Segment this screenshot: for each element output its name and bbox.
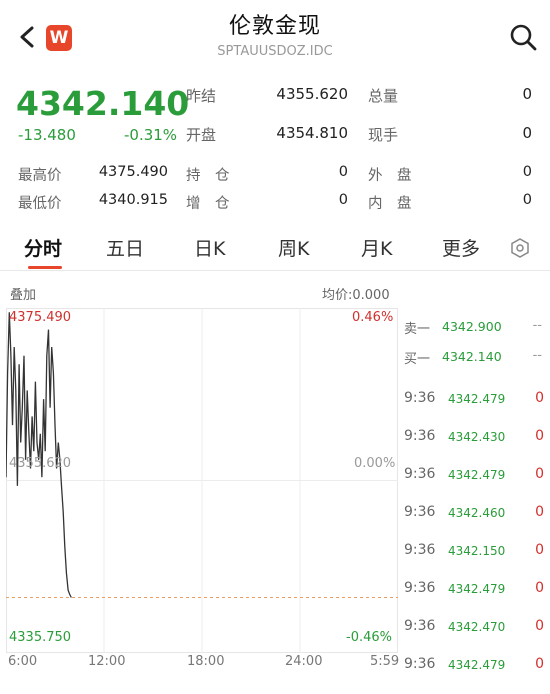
stat-label: 昨结 (186, 87, 217, 105)
stat-value: 4354.810 (276, 124, 348, 142)
stat-value: 0 (522, 85, 532, 103)
tick-time: 9:36 (404, 580, 436, 596)
stat-value: 0 (522, 124, 532, 142)
orderbook-price: 4342.140 (442, 349, 502, 364)
pct-axis-low: -0.46% (346, 630, 392, 645)
price-line (6, 312, 72, 598)
tab-intraday[interactable]: 分时 (24, 234, 62, 261)
stat-label: 增 仓 (186, 196, 230, 212)
orderbook-name: 卖一 (404, 322, 431, 337)
tick-volume: 0 (535, 428, 544, 444)
stat-label: 最高价 (18, 168, 62, 184)
orderbook-row-sell: 卖一 4342.900 -- (404, 318, 550, 344)
x-axis-label: 24:00 (285, 654, 323, 669)
tick-volume: 0 (535, 390, 544, 406)
stat-label: 内 盘 (368, 196, 412, 212)
tab-more[interactable]: 更多 (442, 234, 480, 261)
pct-axis-high: 0.46% (352, 310, 394, 325)
tick-price: 4342.470 (448, 620, 506, 634)
orderbook-qty: -- (532, 348, 542, 363)
intraday-chart[interactable] (6, 308, 398, 653)
tick-volume: 0 (535, 656, 544, 672)
tick-volume: 0 (535, 580, 544, 596)
stat-label: 现手 (368, 126, 399, 144)
overlay-button[interactable]: 叠加 (10, 284, 36, 303)
tick-time: 9:36 (404, 390, 436, 406)
tick-row: 9:36 4342.479 0 (404, 390, 550, 428)
average-price-label: 均价:0.000 (322, 288, 390, 303)
stat-value: 4375.490 (98, 164, 168, 180)
stat-label: 总量 (368, 87, 399, 105)
tick-row: 9:36 4342.460 0 (404, 504, 550, 542)
stat-value: 4355.620 (276, 85, 348, 103)
tick-volume: 0 (535, 618, 544, 634)
stat-label: 持 仓 (186, 168, 230, 184)
tick-volume: 0 (535, 504, 544, 520)
tick-row: 9:36 4342.150 0 (404, 542, 550, 580)
active-tab-indicator (28, 266, 62, 269)
y-axis-ref: 4355.620 (9, 456, 72, 471)
tick-price: 4342.479 (448, 658, 506, 672)
tick-price: 4342.430 (448, 430, 506, 444)
tick-row: 9:36 4342.470 0 (404, 618, 550, 656)
tick-time: 9:36 (404, 542, 436, 558)
x-axis-label: 18:00 (187, 654, 225, 669)
y-axis-high: 4375.490 (9, 310, 72, 325)
tab-daily-k[interactable]: 日K (194, 234, 225, 261)
stat-label: 最低价 (18, 196, 62, 212)
x-axis-label: 6:00 (8, 654, 38, 669)
page-title: 伦敦金现 (228, 14, 321, 39)
pct-axis-mid: 0.00% (354, 456, 396, 471)
tab-weekly-k[interactable]: 周K (278, 234, 309, 261)
tick-price: 4342.479 (448, 392, 506, 406)
price-change: -13.480 (18, 126, 76, 144)
tick-row: 9:36 4342.430 0 (404, 428, 550, 466)
orderbook-name: 买一 (404, 352, 431, 367)
tick-time: 9:36 (404, 428, 436, 444)
symbol-code: SPTAUUSDOZ.IDC (217, 44, 333, 59)
stat-value: 4340.915 (98, 192, 168, 208)
tick-time: 9:36 (404, 466, 436, 482)
last-price: 4342.140 (16, 84, 190, 123)
tick-row: 9:36 4342.479 0 (404, 656, 550, 694)
tick-price: 4342.479 (448, 582, 506, 596)
tick-price: 4342.460 (448, 506, 506, 520)
tick-time: 9:36 (404, 656, 436, 672)
stat-label: 外 盘 (368, 168, 412, 184)
chart-period-tabs: 分时 五日 日K 周K 月K 更多 (0, 226, 550, 271)
x-axis-label: 12:00 (88, 654, 126, 669)
tick-time: 9:36 (404, 504, 436, 520)
stat-value: 0 (338, 164, 348, 180)
tick-price: 4342.150 (448, 544, 506, 558)
orderbook-qty: -- (532, 318, 542, 333)
tick-price: 4342.479 (448, 468, 506, 482)
x-axis-label: 5:59 (370, 654, 400, 669)
tick-volume: 0 (535, 542, 544, 558)
stat-value: 0 (338, 192, 348, 208)
orderbook-price: 4342.900 (442, 319, 502, 334)
tick-time: 9:36 (404, 618, 436, 634)
header-bar: W 伦敦金现 SPTAUUSDOZ.IDC (0, 0, 550, 76)
stat-label: 开盘 (186, 126, 217, 144)
settings-hexagon-icon[interactable] (510, 238, 530, 258)
price-change-pct: -0.31% (124, 126, 178, 144)
tick-row: 9:36 4342.479 0 (404, 466, 550, 504)
stat-value: 0 (522, 164, 532, 180)
stat-value: 0 (522, 192, 532, 208)
search-icon[interactable] (508, 22, 538, 52)
orderbook-row-buy: 买一 4342.140 -- (404, 348, 550, 374)
y-axis-low: 4335.750 (9, 630, 72, 645)
tab-monthly-k[interactable]: 月K (361, 234, 392, 261)
tick-row: 9:36 4342.479 0 (404, 580, 550, 618)
tick-volume: 0 (535, 466, 544, 482)
tab-five-day[interactable]: 五日 (106, 234, 144, 261)
